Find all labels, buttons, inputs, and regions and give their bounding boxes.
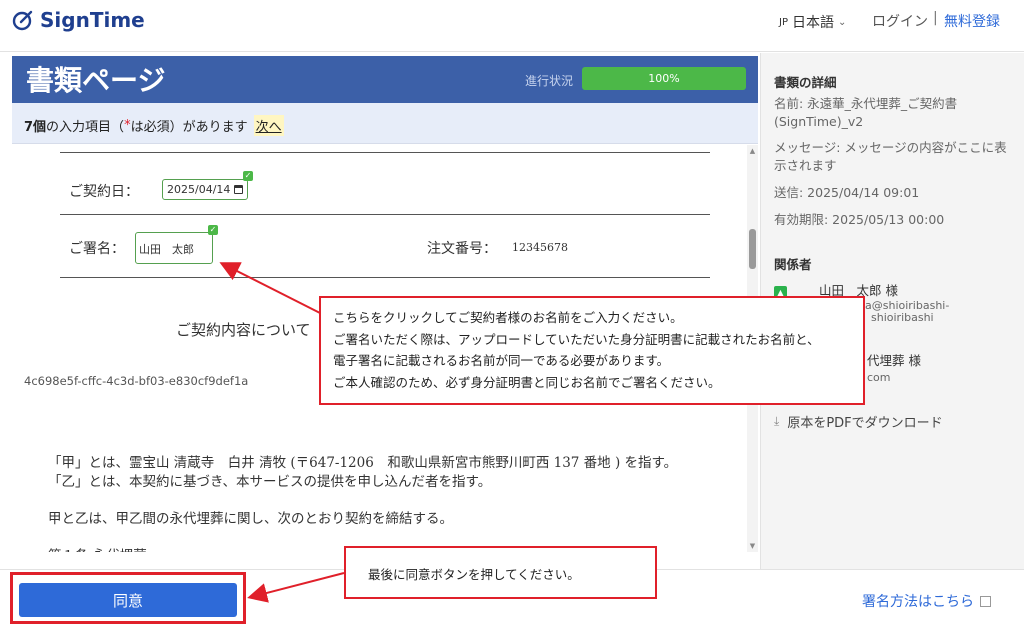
- party-name: 代埋葬 様: [867, 353, 921, 368]
- section-heading: ご契約内容について: [176, 321, 311, 339]
- download-label: 原本をPDFでダウンロード: [787, 416, 943, 431]
- callout-line: ご署名いただく際は、アップロードしていただいた身分証明書に記載されたお名前と、: [333, 331, 820, 347]
- download-icon: ⤓: [774, 414, 780, 428]
- checkmark-icon: ✓: [208, 225, 218, 235]
- divider: [60, 152, 710, 153]
- agree-button[interactable]: 同意: [19, 583, 237, 617]
- signature-field[interactable]: 山田 太郎: [135, 232, 213, 264]
- signature-instruction-callout: こちらをクリックしてご契約者様のお名前をご入力ください。 ご署名いただく際は、ア…: [319, 296, 865, 405]
- how-to-sign-label: 署名方法はこちら: [862, 594, 974, 610]
- login-link[interactable]: ログイン: [872, 11, 928, 31]
- callout-line: こちらをクリックしてご契約者様のお名前をご入力ください。: [333, 310, 683, 325]
- order-number-value: 12345678: [512, 241, 568, 254]
- document-uuid: 4c698e5f-cffc-4c3d-bf03-e830cf9def1a: [24, 374, 249, 388]
- input-info-prefix: の入力項目（: [46, 120, 125, 135]
- callout-line: 最後に同意ボタンを押してください。: [368, 567, 580, 582]
- download-pdf-link[interactable]: ⤓ 原本をPDFでダウンロード: [774, 412, 943, 431]
- contract-text-line: 甲と乙は、甲乙間の永代埋葬に関し、次のとおり契約を締結する。: [48, 511, 453, 527]
- party-email: com: [867, 371, 891, 384]
- how-to-sign-link[interactable]: 署名方法はこちら: [862, 591, 991, 611]
- progress-fill: 100%: [582, 67, 746, 90]
- sent-date: 送信: 2025/04/14 09:01: [774, 185, 920, 200]
- top-bar: SignTime JP 日本語 ⌄ ログイン | 無料登録: [0, 0, 1024, 52]
- callout-line: 電子署名に記載されるお名前が同一である必要があります。: [333, 353, 670, 368]
- calendar-icon[interactable]: [234, 185, 243, 194]
- document-name: 名前: 永遠華_永代埋葬_ご契約書(SignTime)_v2: [774, 96, 958, 129]
- contract-text-line: 「甲」とは、霊宝山 清蔵寺 白井 清牧 (〒647-1206 和歌山県新宮市熊野…: [48, 455, 678, 471]
- input-count-text: 7個 の入力項目（ * は必須）があります 次へ: [24, 115, 284, 136]
- party-email: shioiribashi: [871, 311, 934, 324]
- input-info-suffix: は必須）があります: [130, 120, 248, 135]
- signtime-logo-icon: [12, 10, 33, 31]
- contract-text-line: 「乙」とは、本契約に基づき、本サービスの提供を申し込んだ者を指す。: [48, 474, 492, 490]
- agree-instruction-callout: 最後に同意ボタンを押してください。: [344, 546, 657, 599]
- input-info-bar: 7個 の入力項目（ * は必須）があります 次へ: [12, 103, 758, 144]
- nav-separator: |: [933, 10, 938, 26]
- input-count: 7個: [24, 120, 47, 135]
- callout-line: ご本人確認のため、必ず身分証明書と同じお名前でご署名ください。: [333, 374, 721, 390]
- language-code: JP: [779, 16, 788, 28]
- external-link-icon: [980, 595, 991, 607]
- language-selector[interactable]: JP 日本語 ⌄: [779, 12, 846, 32]
- expiry-date: 有効期限: 2025/05/13 00:00: [774, 212, 945, 227]
- document-header: 書類ページ 進行状況 100%: [12, 56, 758, 103]
- contract-date-label: ご契約日：: [69, 184, 139, 200]
- scroll-up-icon[interactable]: ▲: [747, 147, 758, 155]
- progress-bar: 100%: [582, 67, 746, 90]
- scroll-down-icon[interactable]: ▼: [747, 542, 758, 550]
- logo-text: SignTime: [40, 8, 145, 32]
- divider: [60, 277, 710, 278]
- scroll-thumb[interactable]: [749, 229, 756, 269]
- contract-text-line: 第１条 永代埋葬: [48, 544, 147, 552]
- signature-label: ご署名：: [69, 241, 125, 257]
- register-link[interactable]: 無料登録: [944, 11, 1000, 31]
- next-field-link[interactable]: 次へ: [253, 115, 284, 136]
- chevron-down-icon: ⌄: [837, 16, 847, 28]
- order-number-label: 注文番号：: [427, 241, 497, 257]
- contract-date-field[interactable]: 2025/04/14: [162, 179, 248, 200]
- page-title: 書類ページ: [26, 64, 166, 97]
- document-message: メッセージ: メッセージの内容がここに表示されます: [774, 140, 1007, 173]
- checkmark-icon: ✓: [243, 171, 253, 181]
- divider: [60, 214, 710, 215]
- logo[interactable]: SignTime: [12, 8, 145, 32]
- language-label: 日本語: [791, 15, 834, 31]
- parties-title: 関係者: [774, 257, 812, 272]
- details-title: 書類の詳細: [774, 75, 837, 90]
- contract-date-value: 2025/04/14: [167, 183, 231, 196]
- progress-label: 進行状況: [525, 74, 574, 88]
